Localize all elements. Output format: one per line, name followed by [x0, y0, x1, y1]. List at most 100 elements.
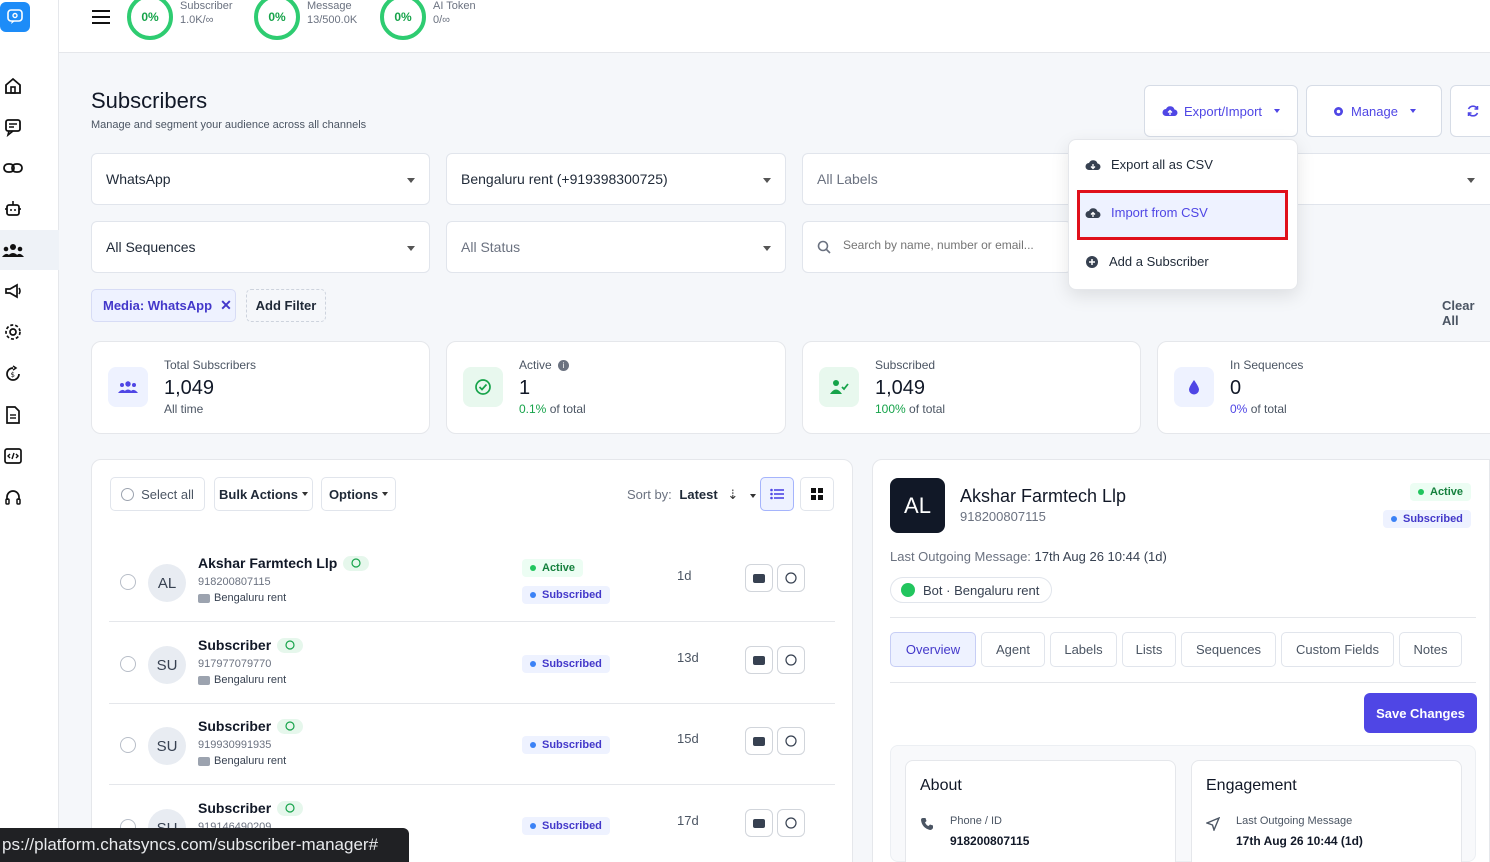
chevron-down-icon: [763, 178, 771, 183]
code-icon[interactable]: [0, 443, 26, 469]
tab-notes[interactable]: Notes: [1399, 632, 1462, 667]
table-row[interactable]: SU Subscriber 919930991935 Bengaluru ren…: [109, 704, 835, 785]
row-select-radio[interactable]: [120, 574, 136, 590]
usage-subscriber: 0% Subscriber 1.0K/∞: [127, 0, 233, 40]
subscriber-age: 13d: [677, 650, 699, 665]
chevron-down-icon: [382, 492, 389, 496]
list-view-button[interactable]: [760, 477, 794, 511]
sort-order-icon[interactable]: ⇣: [727, 487, 738, 502]
subscriber-name: Subscriber: [198, 718, 304, 734]
hamburger-menu-icon[interactable]: [92, 10, 110, 26]
close-icon[interactable]: ✕: [220, 297, 232, 314]
account-select-value: Bengaluru rent (+919398300725): [461, 171, 668, 187]
assign-agent-button[interactable]: [745, 646, 773, 674]
whatsapp-chat-button[interactable]: [777, 564, 805, 592]
add-filter-button[interactable]: Add Filter: [246, 289, 326, 322]
subscriber-name: Subscriber: [198, 800, 304, 816]
subscriber-name: Subscriber: [198, 637, 304, 653]
badge-text: Subscribed: [1403, 513, 1463, 525]
usage-label: Message: [307, 0, 352, 12]
assign-agent-button[interactable]: [745, 727, 773, 755]
status-bar-url: ps://platform.chatsyncs.com/subscriber-m…: [0, 828, 409, 862]
link-icon[interactable]: [0, 155, 26, 181]
tab-overview[interactable]: Overview: [890, 632, 976, 667]
search-box: [802, 221, 1072, 273]
save-changes-button[interactable]: Save Changes: [1364, 693, 1477, 733]
bulk-actions-button[interactable]: Bulk Actions: [214, 477, 313, 511]
tab-labels[interactable]: Labels: [1050, 632, 1117, 667]
select-all-radio[interactable]: [121, 487, 135, 501]
whatsapp-chat-button[interactable]: [777, 646, 805, 674]
cloud-download-icon: [1085, 160, 1101, 171]
divider: [890, 617, 1476, 618]
assign-agent-button[interactable]: [745, 564, 773, 592]
divider: [890, 682, 1476, 683]
usage-ai-token: 0% AI Token 0/∞: [380, 0, 476, 40]
tab-lists[interactable]: Lists: [1122, 632, 1176, 667]
clear-all-link[interactable]: Clear All: [1442, 298, 1490, 328]
whatsapp-chat-button[interactable]: [777, 727, 805, 755]
grid-view-button[interactable]: [800, 477, 834, 511]
labels-select-value: All Labels: [817, 171, 878, 187]
status-badge-subscribed: Subscribed: [522, 736, 610, 754]
menu-item-add-subscriber[interactable]: Add a Subscriber: [1085, 254, 1209, 269]
stat-label: Subscribed: [875, 358, 936, 372]
sequences-select[interactable]: All Sequences: [91, 221, 430, 273]
megaphone-icon[interactable]: [0, 278, 26, 304]
table-row[interactable]: AL Akshar Farmtech Llp 918200807115 Beng…: [109, 541, 835, 622]
stat-sub: 100% of total: [875, 402, 945, 416]
stat-label-text: Active: [519, 358, 552, 372]
drop-icon: [1174, 367, 1214, 407]
chat-icon[interactable]: [0, 114, 26, 140]
account-select[interactable]: Bengaluru rent (+919398300725): [446, 153, 786, 205]
detail-badge-subscribed: Subscribed: [1383, 510, 1471, 528]
refresh-button[interactable]: [1450, 85, 1490, 137]
tab-sequences[interactable]: Sequences: [1181, 632, 1276, 667]
cloud-upload-icon: [1162, 106, 1178, 117]
list-view-icon: [770, 488, 784, 500]
subscriber-phone: 919930991935: [198, 739, 272, 751]
export-import-button[interactable]: Export/Import: [1144, 85, 1298, 137]
avatar: AL: [148, 564, 186, 602]
home-icon[interactable]: [0, 73, 26, 99]
app-logo-icon[interactable]: [0, 2, 30, 32]
tab-custom-fields[interactable]: Custom Fields: [1281, 632, 1394, 667]
document-icon[interactable]: [0, 402, 26, 428]
chevron-down-icon: [1409, 109, 1416, 113]
search-input[interactable]: [843, 238, 1053, 252]
stat-card-sequences: In Sequences 0 0% of total: [1157, 341, 1490, 434]
options-button[interactable]: Options: [321, 477, 396, 511]
table-row[interactable]: SU Subscriber 917977079770 Bengaluru ren…: [109, 623, 835, 704]
chevron-down-icon[interactable]: [749, 493, 756, 498]
menu-item-export-csv[interactable]: Export all as CSV: [1085, 157, 1213, 172]
subscribers-icon[interactable]: [0, 237, 26, 263]
status-select[interactable]: All Status: [446, 221, 786, 273]
bulk-actions-label: Bulk Actions: [219, 486, 298, 502]
sequences-select-value: All Sequences: [106, 239, 196, 255]
sort-control[interactable]: Sort by: Latest ⇣: [627, 487, 756, 503]
manage-button[interactable]: Manage: [1306, 85, 1442, 137]
row-select-radio[interactable]: [120, 656, 136, 672]
billing-cycle-icon[interactable]: $: [0, 361, 26, 387]
subscriber-name-text: Subscriber: [198, 637, 272, 653]
channel-select[interactable]: WhatsApp: [91, 153, 430, 205]
row-select-radio[interactable]: [120, 737, 136, 753]
page-title: Subscribers: [91, 88, 208, 113]
select-all-button[interactable]: Select all: [110, 477, 205, 511]
status-badge-subscribed: Subscribed: [522, 655, 610, 673]
usage-value: 13/500.0K: [307, 14, 358, 26]
usage-value: 0/∞: [433, 14, 451, 26]
tab-agent[interactable]: Agent: [981, 632, 1045, 667]
whatsapp-chat-button[interactable]: [777, 809, 805, 837]
chevron-down-icon: [1274, 109, 1281, 113]
about-key: Phone / ID: [950, 815, 1002, 827]
assign-agent-button[interactable]: [745, 809, 773, 837]
settings-gear-icon[interactable]: [0, 319, 26, 345]
support-headset-icon[interactable]: [0, 485, 26, 511]
stat-value: 1: [519, 377, 531, 399]
bot-icon[interactable]: [0, 196, 26, 222]
sidebar: $: [0, 0, 59, 862]
info-icon[interactable]: i: [558, 360, 570, 372]
badge-text: Subscribed: [542, 739, 602, 751]
about-value: 918200807115: [950, 834, 1030, 848]
